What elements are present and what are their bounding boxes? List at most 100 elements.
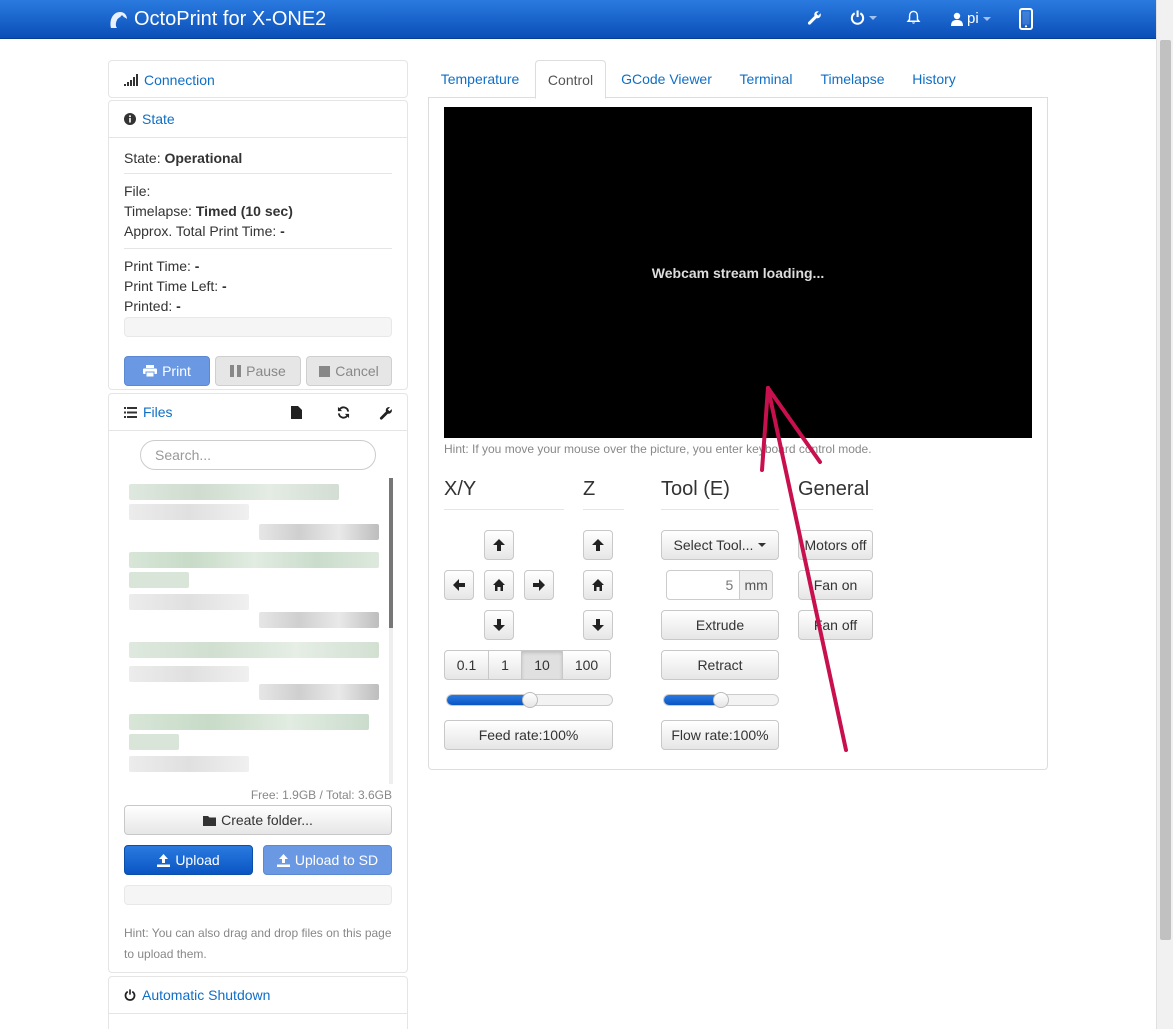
z-title: Z [583, 478, 624, 510]
jog-x-minus-button[interactable] [444, 570, 474, 600]
flow-rate-slider[interactable] [663, 692, 779, 708]
settings-wrench-icon[interactable] [807, 10, 822, 25]
fan-on-button[interactable]: Fan on [798, 570, 873, 600]
list-item [129, 572, 189, 588]
webcam-loading-text: Webcam stream loading... [651, 264, 825, 281]
power-icon [124, 989, 136, 1001]
files-hint: Hint: You can also drag and drop files o… [124, 926, 392, 961]
jog-z-plus-button[interactable] [583, 530, 613, 560]
step-0-1-button[interactable]: 0.1 [444, 650, 489, 680]
extrude-amount-group: 5 mm [666, 570, 773, 600]
state-title: State [142, 111, 175, 127]
file-search-input[interactable]: Search... [140, 440, 376, 470]
list-item [259, 612, 379, 628]
tab-history[interactable]: History [900, 60, 968, 98]
power-icon [850, 10, 865, 25]
files-title: Files [143, 404, 173, 420]
home-xy-button[interactable] [484, 570, 514, 600]
list-item[interactable] [129, 552, 379, 568]
file-list[interactable] [129, 478, 393, 784]
motors-off-button[interactable]: Motors off [798, 530, 873, 560]
feed-rate-slider[interactable] [446, 692, 613, 708]
jog-y-plus-button[interactable] [484, 530, 514, 560]
file-list-scrollbar[interactable] [389, 478, 393, 784]
tab-control[interactable]: Control [535, 60, 606, 99]
jog-x-plus-button[interactable] [524, 570, 554, 600]
extrude-amount-input[interactable]: 5 [666, 570, 741, 600]
feed-rate-button[interactable]: Feed rate:100% [444, 720, 613, 750]
list-item[interactable] [129, 484, 339, 500]
upload-icon [157, 853, 171, 867]
feed-rate-handle[interactable] [522, 692, 538, 708]
tab-timelapse[interactable]: Timelapse [808, 60, 897, 98]
tab-gcode-viewer[interactable]: GCode Viewer [608, 60, 725, 98]
files-header[interactable]: Files [109, 394, 407, 431]
webcam-stream[interactable]: Webcam stream loading... [444, 107, 1032, 438]
retract-button[interactable]: Retract [661, 650, 779, 680]
refresh-icon[interactable] [337, 406, 350, 419]
flow-rate-handle[interactable] [713, 692, 729, 708]
home-z-button[interactable] [583, 570, 613, 600]
printed-row: Printed: - [124, 298, 181, 314]
tab-temperature[interactable]: Temperature [428, 60, 532, 98]
extrude-button[interactable]: Extrude [661, 610, 779, 640]
step-10-button[interactable]: 10 [521, 650, 563, 680]
time-left-row: Print Time Left: - [124, 278, 227, 294]
xy-title: X/Y [444, 478, 564, 510]
notifications-bell-icon[interactable] [906, 10, 921, 25]
webcam-hint: Hint: If you move your mouse over the pi… [444, 442, 872, 456]
files-panel: Files Search... Free: 1.9GB / Total: 3.6… [108, 393, 408, 973]
chevron-down-icon [869, 15, 877, 20]
list-item [129, 666, 249, 682]
connection-header[interactable]: Connection [109, 61, 407, 98]
list-item [259, 684, 379, 700]
storage-info: Free: 1.9GB / Total: 3.6GB [250, 788, 392, 802]
list-item [129, 734, 179, 750]
list-item [129, 756, 249, 772]
print-button[interactable]: Print [124, 356, 210, 386]
arrow-right-icon [533, 579, 545, 591]
list-item[interactable] [129, 714, 369, 730]
state-header[interactable]: State [109, 101, 407, 138]
print-time-row: Print Time: - [124, 258, 200, 274]
power-menu[interactable] [850, 10, 877, 25]
home-icon [592, 579, 604, 591]
tab-terminal[interactable]: Terminal [728, 60, 804, 98]
signal-icon [124, 73, 138, 86]
approx-time-row: Approx. Total Print Time: - [124, 223, 285, 239]
jog-z-minus-button[interactable] [583, 610, 613, 640]
chevron-down-icon [982, 16, 991, 21]
flow-rate-button[interactable]: Flow rate:100% [661, 720, 779, 750]
step-1-button[interactable]: 1 [488, 650, 522, 680]
wrench-icon[interactable] [379, 406, 393, 420]
navbar: OctoPrint for X-ONE2 pi [0, 0, 1173, 39]
user-menu[interactable]: pi [951, 10, 991, 27]
list-item[interactable] [129, 642, 379, 658]
list-item [129, 504, 249, 520]
mobile-phone-icon[interactable] [1019, 8, 1033, 30]
step-100-button[interactable]: 100 [562, 650, 611, 680]
file-row: File: [124, 183, 151, 199]
state-value: Operational [164, 150, 243, 166]
upload-icon [276, 853, 290, 867]
fan-off-button[interactable]: Fan off [798, 610, 873, 640]
upload-button[interactable]: Upload [124, 845, 253, 875]
list-item [259, 524, 379, 540]
file-icon[interactable] [291, 406, 302, 419]
page-scrollbar[interactable] [1156, 0, 1173, 1029]
username: pi [967, 10, 979, 27]
cancel-button[interactable]: Cancel [306, 356, 392, 386]
upload-progress-bar [124, 885, 392, 905]
main-tabs: Temperature Control GCode Viewer Termina… [428, 60, 1048, 99]
printer-icon [143, 365, 158, 377]
jog-y-minus-button[interactable] [484, 610, 514, 640]
brand[interactable]: OctoPrint for X-ONE2 [108, 8, 326, 31]
shutdown-header[interactable]: Automatic Shutdown [109, 977, 407, 1014]
pause-button[interactable]: Pause [215, 356, 301, 386]
upload-sd-button[interactable]: Upload to SD [263, 845, 392, 875]
scrollbar-thumb[interactable] [1160, 40, 1171, 940]
select-tool-dropdown[interactable]: Select Tool... [661, 530, 779, 560]
create-folder-button[interactable]: Create folder... [124, 805, 392, 835]
extrude-unit-label: mm [740, 570, 773, 600]
stop-icon [319, 365, 331, 377]
